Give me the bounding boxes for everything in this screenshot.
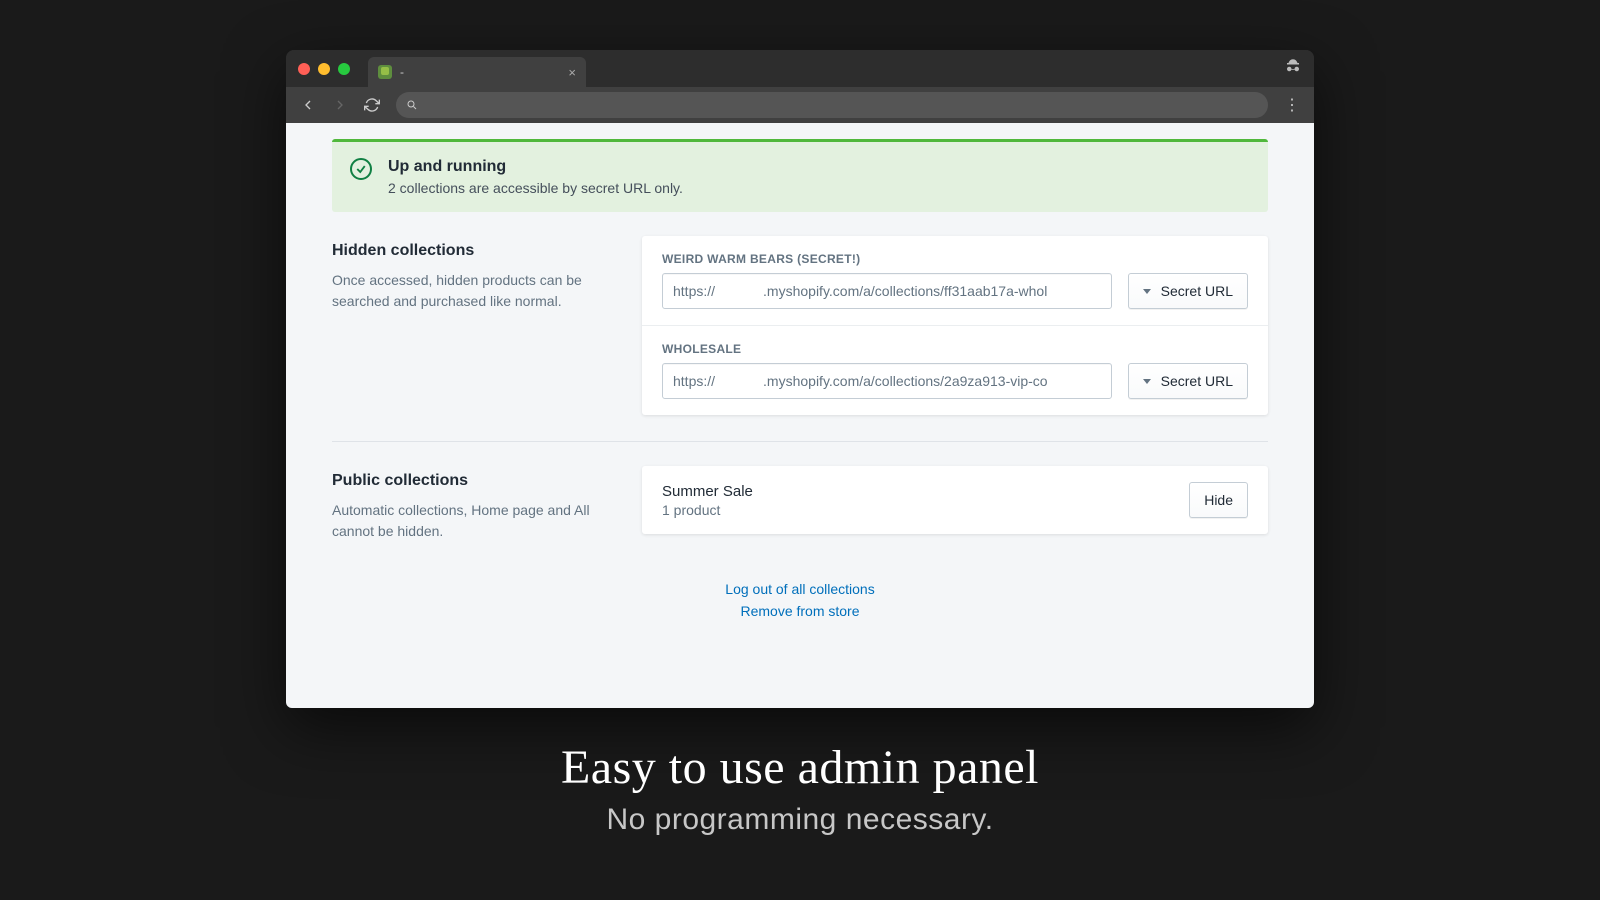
- hide-button[interactable]: Hide: [1189, 482, 1248, 518]
- collection-name: Summer Sale: [662, 483, 753, 500]
- chevron-down-icon: [1143, 379, 1151, 384]
- browser-tab[interactable]: - ×: [368, 57, 586, 87]
- secret-url-input[interactable]: https://.myshopify.com/a/collections/ff3…: [662, 273, 1112, 309]
- collection-label: WHOLESALE: [662, 342, 1248, 356]
- close-window-button[interactable]: [298, 63, 310, 75]
- hidden-collection-row: WEIRD WARM BEARS (SECRET!) https://.mysh…: [642, 236, 1268, 325]
- secret-url-dropdown-button[interactable]: Secret URL: [1128, 273, 1248, 309]
- logout-all-link[interactable]: Log out of all collections: [332, 578, 1268, 600]
- browser-window: - × ⋮ Up and running 2 collections: [286, 50, 1314, 708]
- banner-title: Up and running: [388, 158, 683, 176]
- chevron-down-icon: [1143, 289, 1151, 294]
- hidden-collections-title: Hidden collections: [332, 242, 622, 260]
- url-bar[interactable]: [396, 92, 1268, 118]
- traffic-lights: [298, 63, 350, 75]
- public-collections-section: Public collections Automatic collections…: [332, 466, 1268, 542]
- section-divider: [332, 441, 1268, 442]
- hidden-collections-description: Once accessed, hidden products can be se…: [332, 270, 622, 312]
- promo-caption: Easy to use admin panel No programming n…: [0, 740, 1600, 837]
- collection-product-count: 1 product: [662, 502, 753, 518]
- reload-button[interactable]: [358, 91, 386, 119]
- browser-toolbar: ⋮: [286, 87, 1314, 123]
- incognito-icon: [1284, 57, 1302, 80]
- forward-button[interactable]: [326, 91, 354, 119]
- back-button[interactable]: [294, 91, 322, 119]
- hidden-collections-section: Hidden collections Once accessed, hidden…: [332, 236, 1268, 415]
- close-tab-icon[interactable]: ×: [568, 65, 576, 80]
- promo-title: Easy to use admin panel: [0, 740, 1600, 795]
- public-collections-description: Automatic collections, Home page and All…: [332, 500, 622, 542]
- tab-title: -: [400, 65, 404, 79]
- collection-label: WEIRD WARM BEARS (SECRET!): [662, 252, 1248, 266]
- hidden-collection-row: WHOLESALE https://.myshopify.com/a/colle…: [642, 325, 1268, 415]
- public-collections-card: Summer Sale 1 product Hide: [642, 466, 1268, 534]
- secret-url-input[interactable]: https://.myshopify.com/a/collections/2a9…: [662, 363, 1112, 399]
- remove-from-store-link[interactable]: Remove from store: [332, 600, 1268, 622]
- public-collection-row: Summer Sale 1 product Hide: [642, 466, 1268, 534]
- public-collections-title: Public collections: [332, 472, 622, 490]
- minimize-window-button[interactable]: [318, 63, 330, 75]
- hidden-collections-card: WEIRD WARM BEARS (SECRET!) https://.mysh…: [642, 236, 1268, 415]
- shopify-favicon-icon: [378, 65, 392, 79]
- banner-description: 2 collections are accessible by secret U…: [388, 180, 683, 196]
- status-banner: Up and running 2 collections are accessi…: [332, 139, 1268, 212]
- titlebar: - ×: [286, 50, 1314, 87]
- checkmark-circle-icon: [350, 158, 372, 180]
- secret-url-dropdown-button[interactable]: Secret URL: [1128, 363, 1248, 399]
- maximize-window-button[interactable]: [338, 63, 350, 75]
- promo-subtitle: No programming necessary.: [0, 803, 1600, 837]
- browser-menu-button[interactable]: ⋮: [1278, 91, 1306, 119]
- footer-links: Log out of all collections Remove from s…: [332, 578, 1268, 623]
- page-viewport: Up and running 2 collections are accessi…: [286, 123, 1314, 708]
